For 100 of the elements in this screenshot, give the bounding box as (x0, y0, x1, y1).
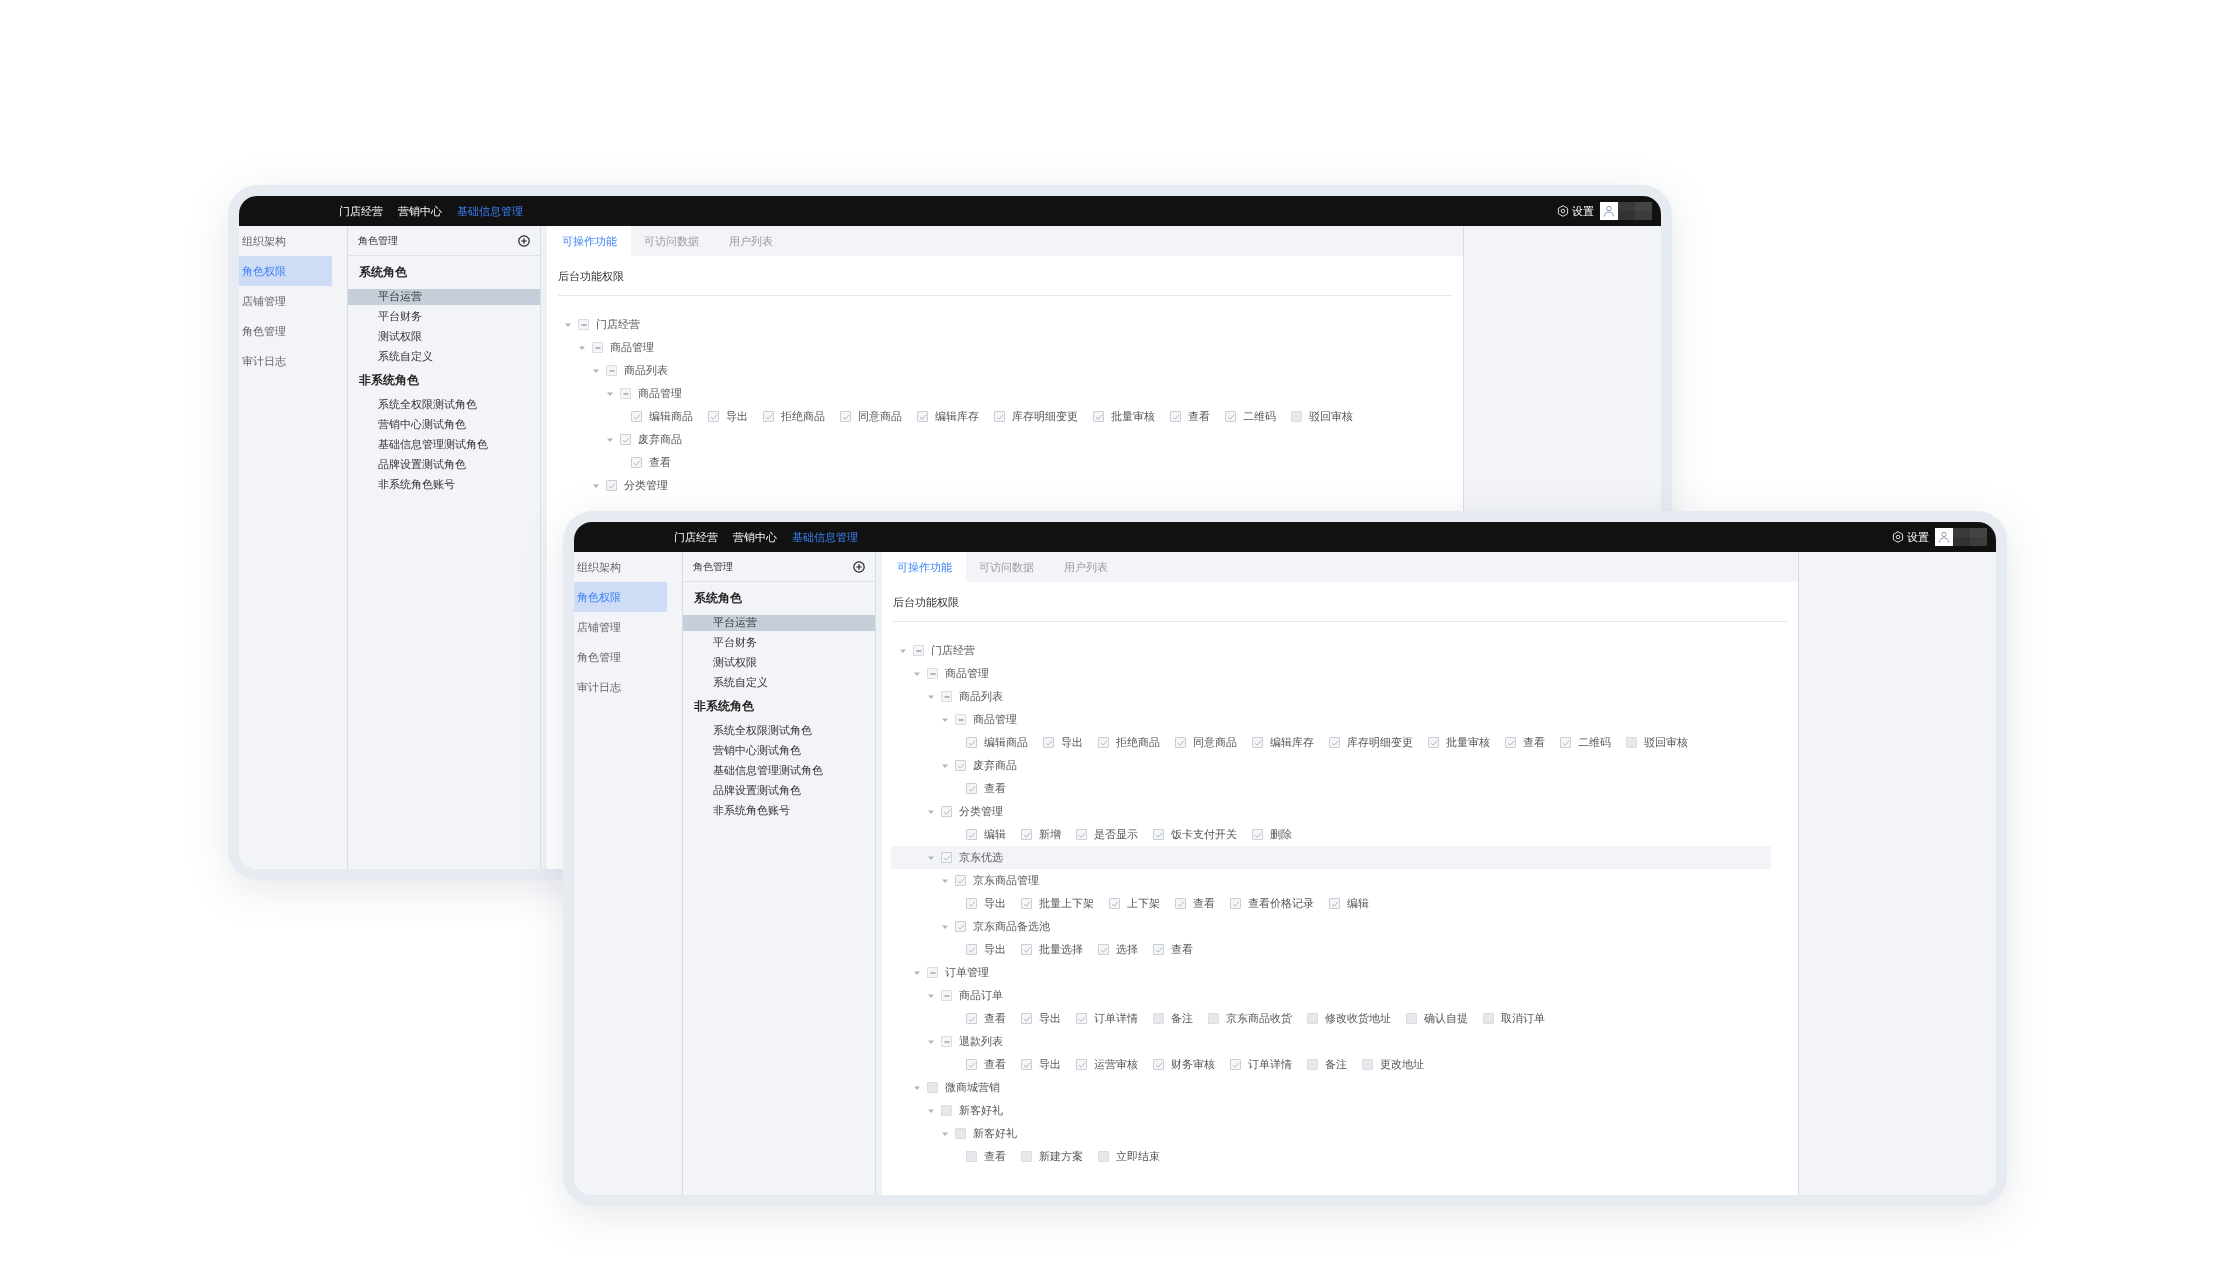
checkbox[interactable] (1170, 411, 1181, 422)
checkbox[interactable] (1428, 737, 1439, 748)
checkbox[interactable] (994, 411, 1005, 422)
checkbox[interactable] (1307, 1059, 1318, 1070)
settings-button[interactable]: 设置 (1557, 202, 1594, 220)
checkbox[interactable] (1098, 1151, 1109, 1162)
sidebar-item[interactable]: 店铺管理 (239, 286, 332, 316)
nav-link[interactable]: 营销中心 (733, 528, 777, 546)
checkbox[interactable] (1021, 1013, 1032, 1024)
checkbox[interactable] (620, 434, 631, 445)
checkbox[interactable] (631, 411, 642, 422)
checkbox[interactable] (927, 668, 938, 679)
checkbox[interactable] (955, 714, 966, 725)
checkbox[interactable] (966, 944, 977, 955)
checkbox[interactable] (1153, 944, 1164, 955)
checkbox[interactable] (1626, 737, 1637, 748)
checkbox[interactable] (840, 411, 851, 422)
checkbox[interactable] (1329, 737, 1340, 748)
checkbox[interactable] (1291, 411, 1302, 422)
role-item[interactable]: 基础信息管理测试角色 (683, 763, 875, 779)
checkbox[interactable] (1175, 898, 1186, 909)
checkbox[interactable] (927, 1082, 938, 1093)
role-item[interactable]: 平台财务 (683, 635, 875, 651)
checkbox[interactable] (955, 1128, 966, 1139)
checkbox[interactable] (955, 875, 966, 886)
role-item[interactable]: 平台财务 (348, 309, 540, 325)
checkbox[interactable] (1021, 1059, 1032, 1070)
checkbox[interactable] (1153, 1059, 1164, 1070)
checkbox[interactable] (1362, 1059, 1373, 1070)
checkbox[interactable] (592, 342, 603, 353)
checkbox[interactable] (1076, 1013, 1087, 1024)
checkbox[interactable] (917, 411, 928, 422)
settings-button[interactable]: 设置 (1892, 528, 1929, 546)
checkbox[interactable] (1076, 829, 1087, 840)
nav-link[interactable]: 营销中心 (398, 202, 442, 220)
checkbox[interactable] (1021, 829, 1032, 840)
checkbox[interactable] (606, 480, 617, 491)
checkbox[interactable] (1109, 898, 1120, 909)
nav-link[interactable]: 门店经营 (674, 528, 718, 546)
checkbox[interactable] (927, 967, 938, 978)
sidebar-item[interactable]: 组织架构 (239, 226, 332, 256)
checkbox[interactable] (1252, 829, 1263, 840)
role-item[interactable]: 平台运营 (683, 615, 875, 631)
checkbox[interactable] (1230, 898, 1241, 909)
checkbox[interactable] (913, 645, 924, 656)
sidebar-item[interactable]: 审计日志 (239, 346, 332, 376)
sidebar-item[interactable]: 店铺管理 (574, 612, 667, 642)
nav-link[interactable]: 基础信息管理 (457, 202, 523, 220)
checkbox[interactable] (631, 457, 642, 468)
role-item[interactable]: 测试权限 (348, 329, 540, 345)
role-item[interactable]: 系统自定义 (348, 349, 540, 365)
checkbox[interactable] (966, 829, 977, 840)
checkbox[interactable] (941, 852, 952, 863)
role-item[interactable]: 营销中心测试角色 (683, 743, 875, 759)
add-icon[interactable] (518, 234, 530, 247)
role-item[interactable]: 平台运营 (348, 289, 540, 305)
checkbox[interactable] (1076, 1059, 1087, 1070)
checkbox[interactable] (966, 898, 977, 909)
checkbox[interactable] (1021, 898, 1032, 909)
checkbox[interactable] (1021, 944, 1032, 955)
checkbox[interactable] (1560, 737, 1571, 748)
checkbox[interactable] (708, 411, 719, 422)
checkbox[interactable] (578, 319, 589, 330)
sidebar-item[interactable]: 审计日志 (574, 672, 667, 702)
checkbox[interactable] (1098, 944, 1109, 955)
checkbox[interactable] (1406, 1013, 1417, 1024)
checkbox[interactable] (763, 411, 774, 422)
sidebar-item[interactable]: 角色管理 (574, 642, 667, 672)
checkbox[interactable] (1483, 1013, 1494, 1024)
checkbox[interactable] (1505, 737, 1516, 748)
nav-link[interactable]: 基础信息管理 (792, 528, 858, 546)
tab[interactable]: 可操作功能 (882, 552, 966, 582)
checkbox[interactable] (1208, 1013, 1219, 1024)
sidebar-item[interactable]: 组织架构 (574, 552, 667, 582)
role-item[interactable]: 非系统角色账号 (683, 803, 875, 819)
checkbox[interactable] (1043, 737, 1054, 748)
checkbox[interactable] (966, 737, 977, 748)
sidebar-item[interactable]: 角色管理 (239, 316, 332, 346)
avatar[interactable] (1935, 528, 1953, 546)
add-icon[interactable] (853, 560, 865, 573)
checkbox[interactable] (941, 1036, 952, 1047)
checkbox[interactable] (1093, 411, 1104, 422)
checkbox[interactable] (606, 365, 617, 376)
checkbox[interactable] (941, 691, 952, 702)
role-item[interactable]: 基础信息管理测试角色 (348, 437, 540, 453)
role-item[interactable]: 营销中心测试角色 (348, 417, 540, 433)
checkbox[interactable] (1153, 1013, 1164, 1024)
checkbox[interactable] (620, 388, 631, 399)
checkbox[interactable] (1098, 737, 1109, 748)
checkbox[interactable] (941, 806, 952, 817)
role-item[interactable]: 测试权限 (683, 655, 875, 671)
checkbox[interactable] (966, 783, 977, 794)
checkbox[interactable] (955, 760, 966, 771)
role-item[interactable]: 非系统角色账号 (348, 477, 540, 493)
checkbox[interactable] (1153, 829, 1164, 840)
avatar[interactable] (1600, 202, 1618, 220)
checkbox[interactable] (966, 1059, 977, 1070)
role-item[interactable]: 品牌设置测试角色 (348, 457, 540, 473)
checkbox[interactable] (966, 1151, 977, 1162)
role-item[interactable]: 系统全权限测试角色 (348, 397, 540, 413)
